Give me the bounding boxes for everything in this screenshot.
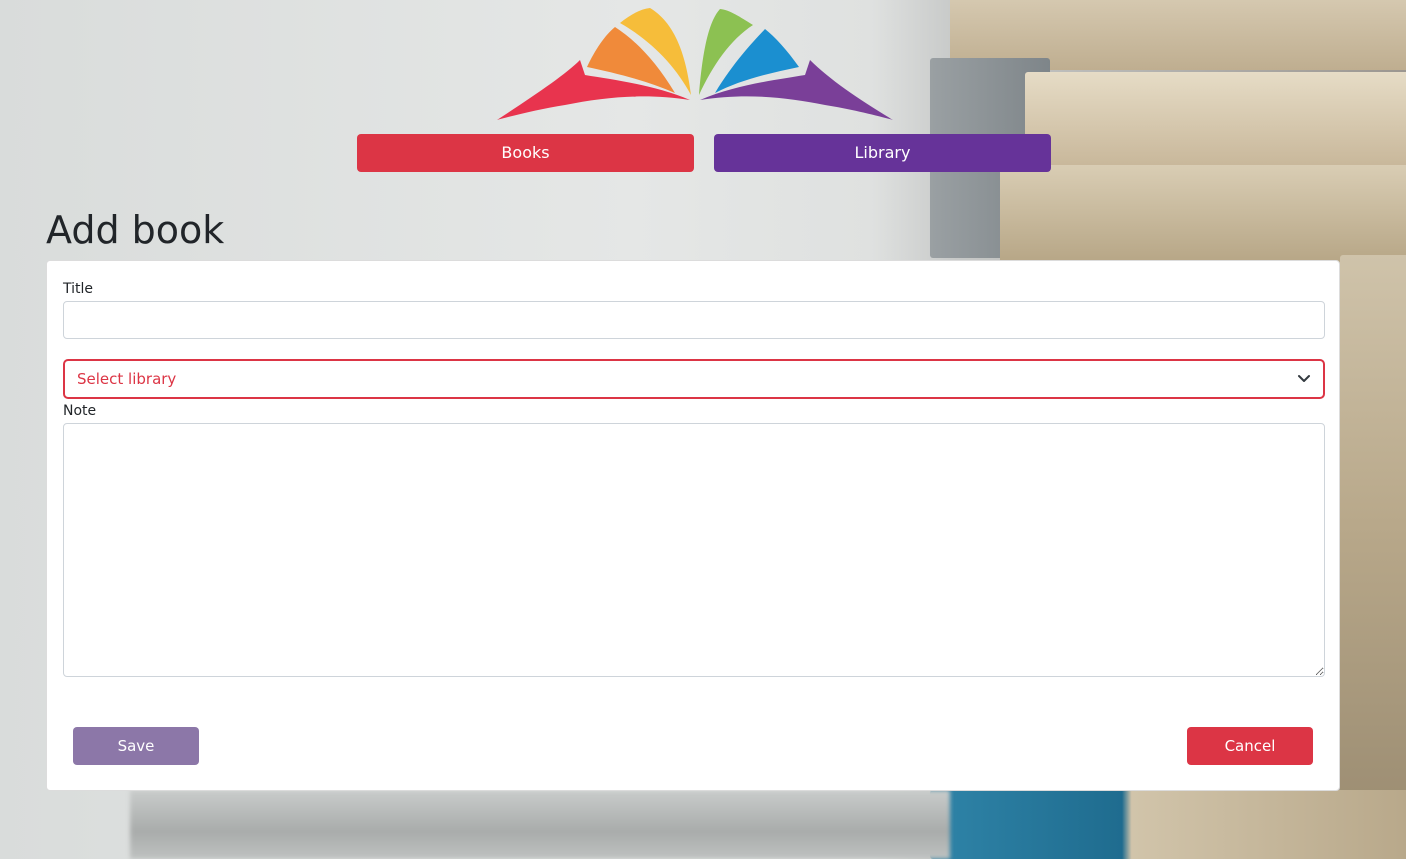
cancel-button[interactable]: Cancel (1187, 727, 1313, 765)
library-select-value: Select library (77, 370, 177, 388)
save-button[interactable]: Save (73, 727, 199, 765)
background-blur (130, 790, 950, 859)
books-nav-button[interactable]: Books (357, 134, 694, 172)
open-book-logo-icon (497, 8, 893, 120)
library-select[interactable]: Select library (63, 359, 1325, 399)
library-nav-button[interactable]: Library (714, 134, 1051, 172)
note-label: Note (63, 403, 97, 419)
page-title: Add book (46, 208, 225, 252)
note-textarea[interactable] (63, 423, 1325, 677)
chevron-down-icon (1298, 375, 1310, 382)
add-book-form: Title Select library Note Save Cancel (46, 260, 1340, 791)
title-input[interactable] (63, 301, 1325, 339)
title-label: Title (63, 281, 94, 297)
